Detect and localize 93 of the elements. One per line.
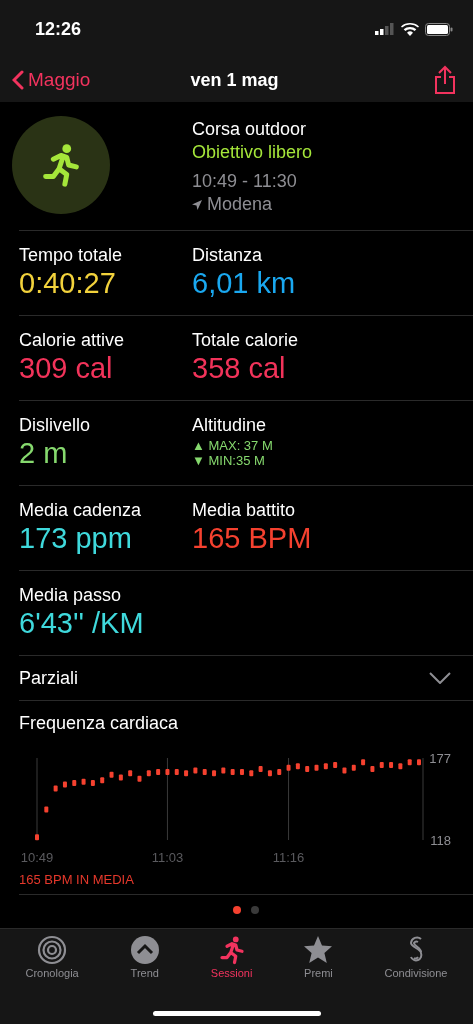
- data-point: [230, 768, 235, 775]
- location-arrow-icon: [192, 199, 202, 210]
- metric-value: 173 ppm: [19, 521, 133, 555]
- location: Modena: [207, 193, 273, 216]
- data-point: [361, 759, 366, 766]
- tab[interactable]: Condivisione: [384, 935, 448, 979]
- data-point: [174, 768, 179, 775]
- data-point: [267, 770, 272, 777]
- metric-label: Dislivello: [19, 415, 91, 436]
- rings-icon: [37, 935, 68, 965]
- y-axis-label: 118: [430, 833, 451, 848]
- data-point: [295, 763, 300, 770]
- tab[interactable]: Cronologia: [25, 935, 79, 979]
- splits-row[interactable]: Parziali: [19, 656, 473, 701]
- data-point: [333, 761, 338, 768]
- altitude-max: ▲ MAX: 37 M: [192, 438, 274, 453]
- back-link[interactable]: Maggio: [28, 69, 91, 91]
- metric-label: Media passo: [19, 585, 123, 606]
- data-point: [35, 834, 39, 841]
- metric-label: Media cadenza: [19, 500, 143, 521]
- metric-value: 165 BPM: [192, 521, 313, 555]
- x-axis-label: 11:16: [272, 850, 305, 865]
- tab[interactable]: Trend: [129, 935, 160, 979]
- page-dot[interactable]: [233, 906, 241, 914]
- status-time: 12:26: [35, 18, 82, 40]
- average-label: 165 BPM IN MEDIA: [19, 872, 134, 887]
- back-chevron-icon[interactable]: [12, 70, 24, 90]
- data-point: [62, 781, 67, 788]
- x-axis-label: 10:49: [20, 850, 54, 865]
- data-point: [323, 763, 328, 770]
- metric-value: 2 m: [19, 436, 69, 470]
- data-point: [249, 770, 254, 777]
- data-point: [342, 767, 347, 774]
- data-point: [212, 770, 216, 777]
- tab[interactable]: Sessioni: [210, 935, 253, 979]
- data-point: [258, 766, 263, 773]
- data-point: [118, 774, 123, 781]
- star-icon: [303, 935, 334, 965]
- metric-value: 6,01 km: [192, 266, 297, 300]
- data-point: [184, 770, 189, 777]
- share-icon[interactable]: [433, 65, 457, 95]
- data-point: [202, 768, 207, 775]
- data-point: [370, 766, 375, 773]
- data-point: [53, 785, 58, 792]
- data-point: [165, 768, 170, 775]
- nav-title: ven 1 mag: [190, 69, 279, 91]
- data-point: [351, 764, 356, 771]
- data-point: [44, 806, 49, 813]
- splits-label: Parziali: [19, 667, 79, 689]
- page-dot[interactable]: [251, 906, 259, 914]
- metric-label: Altitudine: [192, 415, 268, 436]
- data-point: [277, 768, 282, 775]
- data-point: [389, 761, 394, 768]
- data-point: [137, 775, 142, 782]
- data-point: [156, 768, 161, 775]
- wifi-icon: [401, 22, 419, 36]
- signal-icon: [375, 23, 395, 35]
- metric-value: 6'43'' /KM: [19, 606, 145, 640]
- metric-label: Calorie attive: [19, 330, 126, 351]
- metric-value: 358 cal: [192, 351, 287, 385]
- chart-title: Frequenza cardiaca: [19, 713, 179, 733]
- data-point: [379, 761, 384, 768]
- y-axis-label: 177: [429, 751, 451, 766]
- data-point: [240, 768, 244, 775]
- data-point: [146, 770, 151, 777]
- data-point: [109, 771, 114, 778]
- metric-label: Media battito: [192, 500, 297, 521]
- metric-value: 309 cal: [19, 351, 114, 385]
- metric-label: Distanza: [192, 245, 264, 266]
- battery-icon: [425, 22, 453, 36]
- altitude-min: ▼ MIN:35 M: [192, 453, 266, 468]
- data-point: [193, 767, 198, 774]
- metric-label: Tempo totale: [19, 245, 124, 266]
- data-point: [286, 764, 291, 771]
- data-point: [90, 780, 95, 786]
- data-point: [221, 767, 226, 774]
- tab[interactable]: Premi: [303, 935, 334, 979]
- time-range: 10:49 - 11:30: [192, 170, 298, 193]
- metric-value: 0:40:27: [19, 266, 117, 300]
- workout-name: Corsa outdoor: [192, 118, 308, 141]
- data-point: [314, 764, 319, 771]
- data-point: [128, 770, 133, 777]
- data-point: [81, 778, 86, 785]
- data-point: [407, 759, 412, 766]
- data-point: [417, 759, 421, 766]
- chevron-circle-icon: [129, 935, 160, 965]
- metric-label: Totale calorie: [192, 330, 300, 351]
- data-point: [305, 766, 310, 773]
- data-point: [100, 777, 105, 784]
- workout-goal: Obiettivo libero: [192, 141, 313, 164]
- x-axis-label: 11:03: [151, 850, 184, 865]
- data-point: [398, 763, 403, 770]
- data-point: [72, 780, 77, 786]
